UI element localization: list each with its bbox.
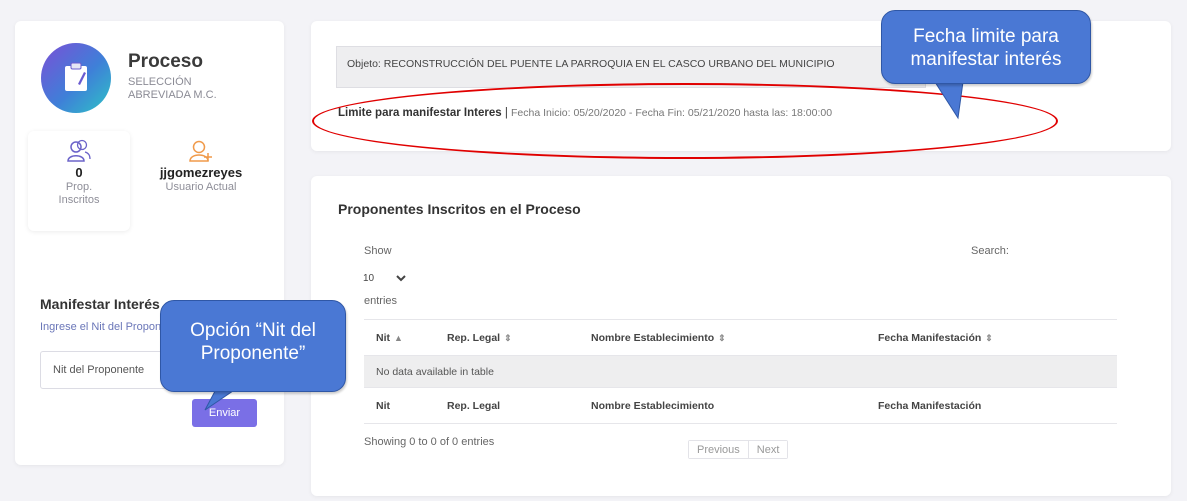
fecha-callout: Fecha limite para manifestar interés: [881, 10, 1091, 84]
nit-callout: Opción “Nit del Proponente”: [160, 300, 346, 392]
